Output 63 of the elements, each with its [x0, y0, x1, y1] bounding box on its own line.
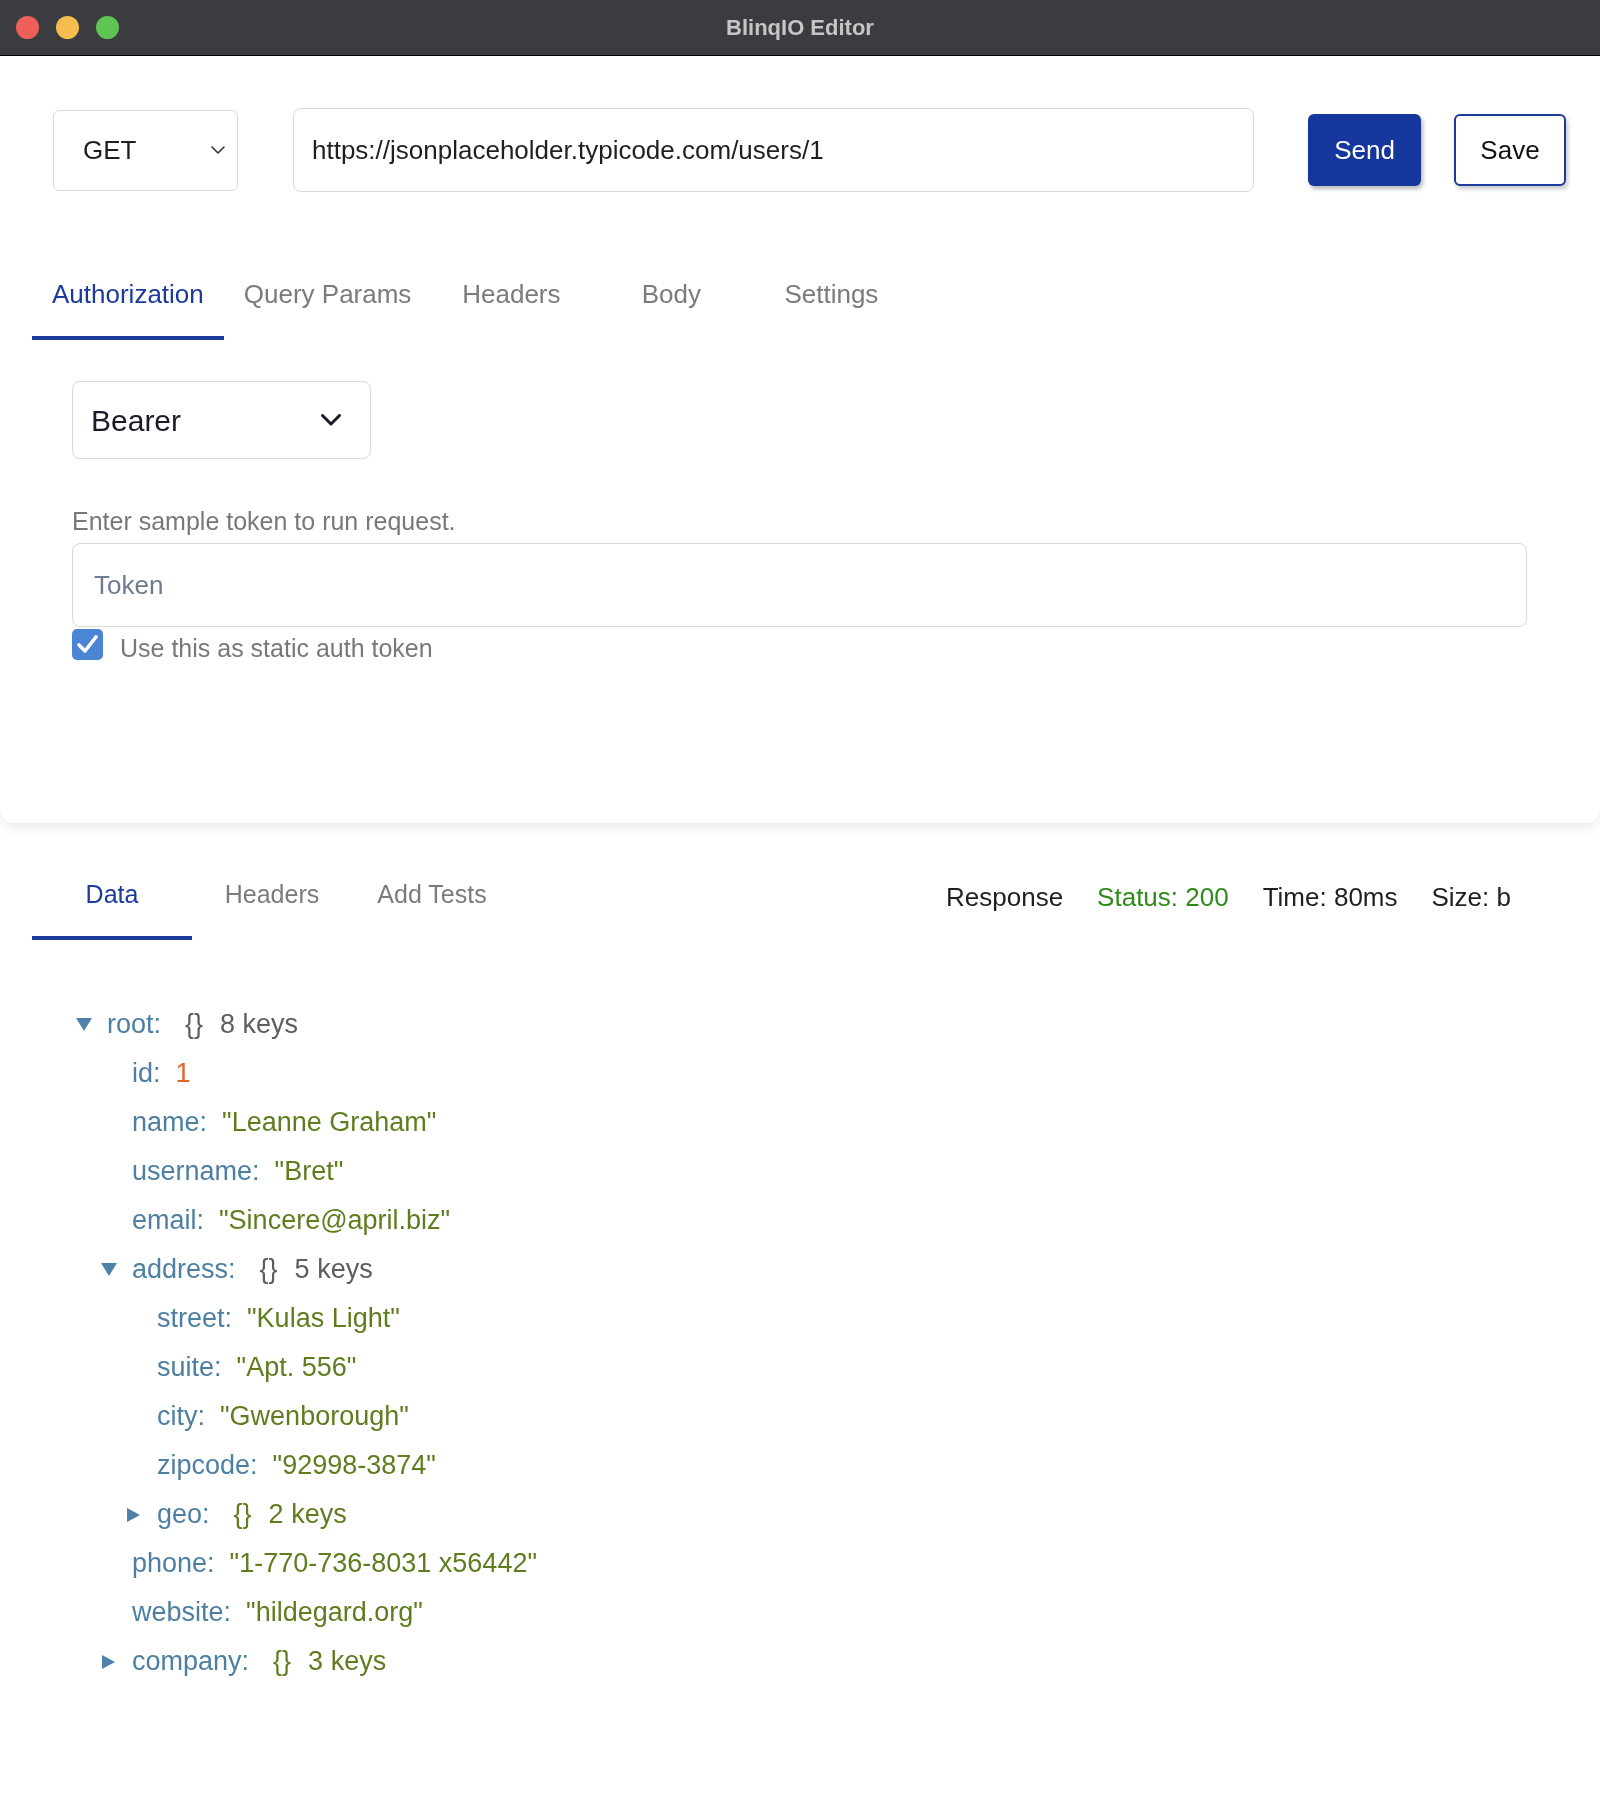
json-key: name: — [132, 1102, 208, 1143]
json-number-value: 1 — [175, 1057, 191, 1091]
response-tab[interactable]: Data — [32, 854, 192, 940]
response-label: Response — [946, 880, 1064, 914]
caret-down-icon[interactable] — [76, 1018, 92, 1031]
json-key: geo: — [157, 1494, 210, 1535]
response-tab[interactable]: Add Tests — [352, 854, 512, 940]
window-minimize-button[interactable] — [56, 16, 79, 39]
json-string-value: "Gwenborough" — [220, 1400, 409, 1434]
json-key: city: — [157, 1396, 205, 1437]
key-count: 3 keys — [308, 1645, 387, 1679]
json-key: username: — [132, 1151, 260, 1192]
key-count: 8 keys — [220, 1008, 299, 1042]
object-braces: {} — [273, 1645, 292, 1679]
object-braces: {} — [185, 1008, 204, 1042]
key-count: 2 keys — [268, 1498, 347, 1532]
json-key: street: — [157, 1298, 233, 1339]
save-button[interactable]: Save — [1454, 114, 1566, 186]
object-braces: {} — [233, 1498, 252, 1532]
caret-right-icon[interactable] — [102, 1654, 115, 1669]
request-tab[interactable]: Query Params — [223, 252, 432, 340]
status-text: Status: 200 — [1097, 880, 1229, 914]
object-braces: {} — [259, 1253, 278, 1287]
request-tab[interactable]: Headers — [431, 252, 592, 340]
json-key: id: — [132, 1053, 161, 1094]
json-string-value: "hildegard.org" — [246, 1596, 423, 1630]
json-key: company: — [132, 1641, 250, 1682]
json-string-value: "Kulas Light" — [247, 1302, 400, 1336]
json-string-value: "Leanne Graham" — [222, 1106, 437, 1140]
request-tab[interactable]: Settings — [751, 252, 912, 340]
json-string-value: "92998-3874" — [272, 1449, 436, 1483]
json-key: phone: — [132, 1543, 215, 1584]
key-count: 5 keys — [294, 1253, 373, 1287]
response-metric: Time: 80ms — [1262, 880, 1398, 914]
checkbox-label: Use this as static auth token — [120, 633, 433, 664]
caret-right-icon[interactable] — [127, 1507, 140, 1522]
method-dropdown[interactable]: GET — [53, 109, 238, 191]
request-tab[interactable]: Authorization — [32, 252, 224, 340]
json-string-value: "Sincere@april.biz" — [219, 1204, 451, 1238]
caret-down-icon[interactable] — [101, 1263, 117, 1276]
json-key: email: — [132, 1200, 205, 1241]
static-token-checkbox[interactable] — [72, 629, 103, 660]
send-button[interactable]: Send — [1308, 114, 1421, 186]
window-close-button[interactable] — [16, 16, 39, 39]
json-key: website: — [132, 1592, 232, 1633]
url-field[interactable]: https://jsonplaceholder.typicode.com/users/1 — [293, 108, 1254, 192]
json-key: zipcode: — [157, 1445, 258, 1486]
request-tab[interactable]: Body — [591, 252, 752, 340]
chevron-down-icon — [321, 414, 341, 426]
json-string-value: "1-770-736-8031 x56442" — [229, 1547, 537, 1581]
window-zoom-button[interactable] — [96, 16, 119, 39]
auth-type-dropdown[interactable]: Bearer — [72, 381, 371, 459]
json-key: root: — [107, 1004, 162, 1045]
chevron-down-icon — [211, 146, 225, 154]
json-string-value: "Bret" — [274, 1155, 344, 1189]
response-metric: Size: b — [1431, 880, 1511, 914]
json-string-value: "Apt. 556" — [236, 1351, 357, 1385]
json-key: address: — [132, 1249, 236, 1290]
token-hint: Enter sample token to run request. — [72, 506, 456, 537]
window-title: BlinqIO Editor — [726, 14, 874, 42]
token-field[interactable]: Token — [72, 543, 1527, 627]
json-key: suite: — [157, 1347, 222, 1388]
response-tab[interactable]: Headers — [192, 854, 352, 940]
